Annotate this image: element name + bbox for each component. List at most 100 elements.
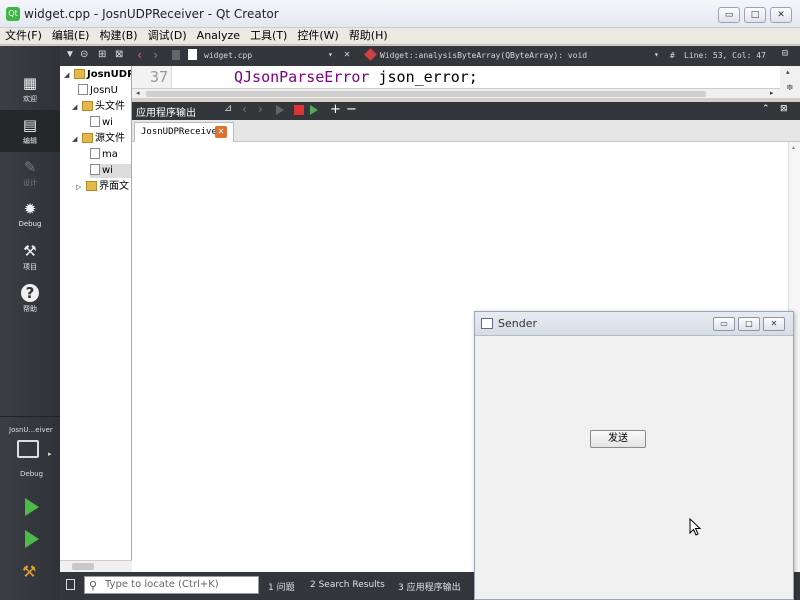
code-line[interactable]: QJsonParseError json_error;: [234, 68, 478, 86]
tree-item-label: JosnUDP: [87, 69, 132, 80]
filter-icon[interactable]: ▼: [65, 49, 75, 60]
expand-icon[interactable]: ◢: [64, 68, 74, 82]
current-file[interactable]: widget.cpp: [204, 51, 252, 60]
edit-icon: ▤: [22, 116, 38, 134]
maximize-pane-icon[interactable]: ⌃: [762, 104, 770, 114]
close-button[interactable]: ✕: [770, 7, 792, 23]
zoom-out-icon[interactable]: −: [346, 102, 357, 117]
menu-build[interactable]: 构建(B): [94, 28, 142, 44]
monitor-icon[interactable]: [17, 440, 39, 458]
menu-analyze[interactable]: Analyze: [192, 28, 245, 44]
project-tree-scrollbar[interactable]: [60, 560, 132, 572]
file-dropdown-icon[interactable]: ▾: [328, 50, 333, 59]
editor-horizontal-scrollbar[interactable]: ◂ ▸: [132, 88, 780, 98]
close-tab-icon[interactable]: ✕: [215, 126, 227, 138]
symbol-dropdown-icon[interactable]: ▾: [654, 50, 659, 59]
rerun-icon[interactable]: [276, 105, 284, 115]
send-button[interactable]: 发送: [590, 430, 646, 448]
split-icon[interactable]: ⊞: [98, 49, 106, 60]
scrollbar-thumb[interactable]: [72, 563, 94, 570]
title-bar: Qt widget.cpp - JosnUDPReceiver - Qt Cre…: [0, 0, 800, 28]
tab-josnudpreceiver[interactable]: JosnUDPReceiver ✕: [134, 122, 234, 142]
tree-item-headers[interactable]: ◢ 头文件: [72, 100, 125, 114]
mode-edit[interactable]: ▤ 编辑: [0, 110, 60, 152]
debug-run-icon[interactable]: [25, 530, 39, 548]
file-icon: [90, 164, 100, 175]
mode-help[interactable]: ? 帮助: [0, 278, 60, 320]
attach-icon[interactable]: ⊿: [224, 103, 232, 114]
back-icon[interactable]: ‹: [136, 48, 143, 62]
menu-bar: 文件(F) 编辑(E) 构建(B) 调试(D) Analyze 工具(T) 控件(W) 帮助(…: [0, 28, 800, 45]
projects-toolbar: ▼ ⊝ ⊞ ⊠: [60, 46, 132, 66]
editor-vertical-scrollbar[interactable]: ▴ ≑: [780, 66, 800, 98]
tab-search-results[interactable]: 2 Search Results: [310, 580, 385, 590]
function-icon: [364, 48, 377, 61]
scroll-up-icon[interactable]: ▴: [786, 68, 790, 76]
mode-welcome[interactable]: ▦ 欢迎: [0, 68, 60, 110]
sender-minimize-button[interactable]: ▭: [713, 317, 735, 331]
tree-item-widget-file[interactable]: wi: [90, 164, 131, 178]
bug-icon: ✹: [23, 200, 37, 218]
tree-item-project[interactable]: ◢ JosnUDP: [64, 68, 132, 82]
run-icon[interactable]: [25, 498, 39, 516]
menu-help[interactable]: 帮助(H): [344, 28, 393, 44]
wrench-icon: ⚒: [23, 242, 37, 260]
prev-icon[interactable]: ‹: [242, 102, 247, 116]
minimize-button[interactable]: ▭: [718, 7, 740, 23]
menu-edit[interactable]: 编辑(E): [47, 28, 95, 44]
tab-issues[interactable]: 1 问题: [268, 580, 295, 593]
tree-item-label: 头文件: [95, 101, 125, 112]
sender-window-title: Sender: [498, 317, 537, 330]
zoom-in-icon[interactable]: +: [330, 102, 341, 117]
symbol-selector[interactable]: Widget::analysisByteArray(QByteArray): v…: [380, 51, 587, 60]
scroll-left-icon[interactable]: ◂: [136, 89, 140, 97]
grid-icon: ▦: [22, 74, 38, 92]
menu-file[interactable]: 文件(F): [0, 28, 47, 44]
expand-icon[interactable]: ◢: [72, 100, 82, 114]
code-editor[interactable]: 37 QJsonParseError json_error;: [132, 66, 800, 88]
stop-icon[interactable]: [294, 105, 304, 115]
tab-application-output[interactable]: 3 应用程序输出: [398, 580, 461, 593]
split-editor-icon[interactable]: ⊟: [782, 48, 788, 59]
expand-icon[interactable]: ◢: [72, 132, 82, 146]
sender-title-bar[interactable]: Sender ▭ □ ✕: [475, 312, 793, 336]
sender-close-button[interactable]: ✕: [763, 317, 785, 331]
build-hammer-icon[interactable]: ⚒: [22, 562, 36, 581]
tree-item-pro-file[interactable]: JosnU: [78, 84, 118, 98]
forward-icon[interactable]: ›: [152, 48, 159, 62]
sender-window: Sender ▭ □ ✕ 发送: [474, 311, 794, 600]
cursor-position[interactable]: Line: 53, Col: 47: [684, 51, 766, 60]
maximize-button[interactable]: □: [744, 7, 766, 23]
toggle-sidebar-icon[interactable]: [66, 579, 75, 590]
link-icon[interactable]: ⊝: [80, 49, 88, 60]
tree-item-header-file[interactable]: wi: [90, 116, 113, 130]
next-icon[interactable]: ›: [258, 102, 263, 116]
scrollbar-thumb[interactable]: [146, 91, 706, 97]
tree-item-forms[interactable]: ▷ 界面文: [76, 180, 129, 194]
attach-debugger-icon[interactable]: [310, 105, 318, 115]
search-icon: ⚲: [89, 579, 98, 592]
code-rest-token: json_error;: [369, 68, 478, 86]
mode-design[interactable]: ✎ 设计: [0, 152, 60, 194]
close-pane-icon[interactable]: ⊠: [115, 49, 123, 60]
mode-debug[interactable]: ✹ Debug: [0, 194, 60, 236]
hash-indicator: #: [670, 51, 675, 60]
close-file-icon[interactable]: ✕: [344, 49, 350, 60]
menu-debug[interactable]: 调试(D): [143, 28, 192, 44]
split-handle-icon[interactable]: ≑: [786, 82, 794, 93]
scroll-up-icon[interactable]: ▴: [792, 144, 795, 151]
tree-item-label: ma: [102, 149, 118, 160]
mode-projects[interactable]: ⚒ 项目: [0, 236, 60, 278]
sender-maximize-button[interactable]: □: [738, 317, 760, 331]
help-icon: ?: [21, 284, 39, 302]
close-pane-icon[interactable]: ⊠: [780, 104, 788, 114]
menu-window[interactable]: 控件(W): [292, 28, 343, 44]
expand-icon[interactable]: ▷: [76, 180, 86, 194]
design-icon: ✎: [23, 158, 37, 176]
tree-item-main-file[interactable]: ma: [90, 148, 118, 162]
scroll-right-icon[interactable]: ▸: [770, 89, 774, 97]
folder-icon: [82, 133, 93, 143]
locator-input[interactable]: ⚲ Type to locate (Ctrl+K): [84, 576, 259, 594]
tree-item-sources[interactable]: ◢ 源文件: [72, 132, 125, 146]
menu-tools[interactable]: 工具(T): [245, 28, 292, 44]
